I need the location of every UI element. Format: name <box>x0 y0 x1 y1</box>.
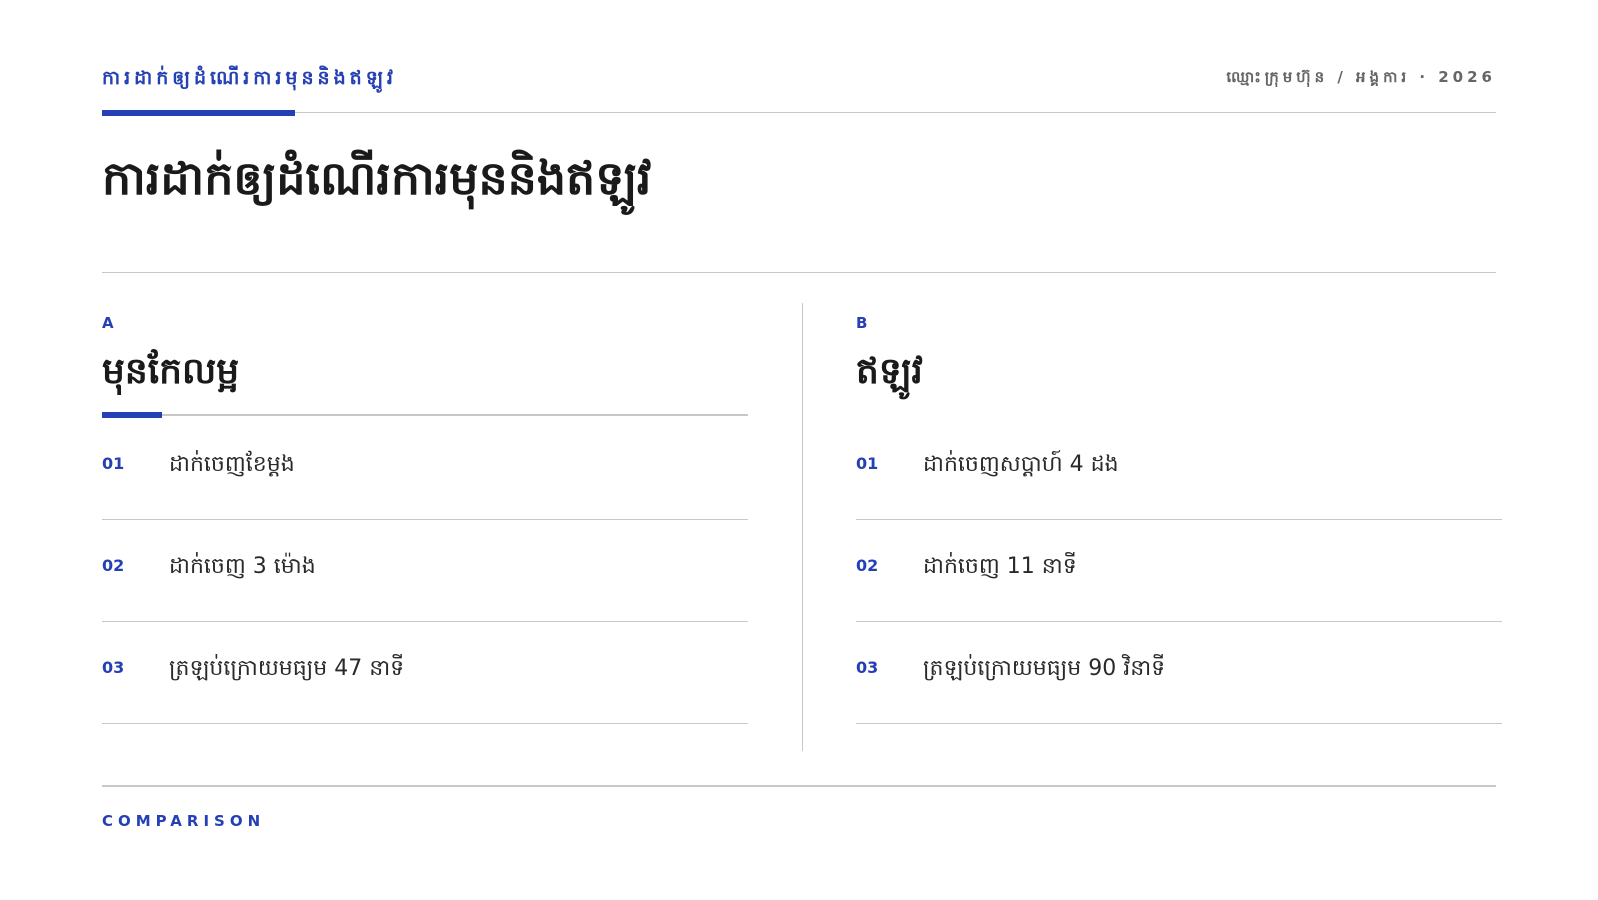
column-heading: ឥឡូវ <box>856 351 923 392</box>
item-number: 03 <box>102 658 125 677</box>
column-divider <box>802 303 803 751</box>
list-item: 01 ដាក់ចេញសប្តាហ៍ 4 ដង <box>856 418 1502 520</box>
list-item: 01 ដាក់ចេញខែម្តង <box>102 418 748 520</box>
column-letter: A <box>102 314 114 332</box>
item-list: 01 ដាក់ចេញខែម្តង 02 ដាក់ចេញ 3 ម៉ោង 03 ត្… <box>102 418 748 724</box>
slide-header: ការដាក់ឲ្យដំណើរការមុននិងឥឡូវ ឈ្មោះក្រុមហ… <box>102 60 1496 116</box>
item-number: 03 <box>856 658 879 677</box>
item-number: 01 <box>856 454 879 473</box>
item-number: 02 <box>102 556 125 575</box>
item-text: ដាក់ចេញសប្តាហ៍ 4 ដង <box>923 452 1119 477</box>
list-item: 03 ត្រឡប់ក្រោយមធ្យម 47 នាទី <box>102 622 748 724</box>
item-text: ត្រឡប់ក្រោយមធ្យម 90 វិនាទី <box>923 656 1166 681</box>
item-number: 02 <box>856 556 879 575</box>
list-item: 02 ដាក់ចេញ 3 ម៉ោង <box>102 520 748 622</box>
title-divider <box>102 272 1496 273</box>
item-text: ដាក់ចេញ 3 ម៉ោង <box>169 554 316 579</box>
header-divider <box>102 112 1496 113</box>
page-title: ការដាក់ឲ្យដំណើរការមុននិងឥឡូវ <box>102 151 652 205</box>
item-text: ដាក់ចេញ 11 នាទី <box>923 554 1077 579</box>
header-accent-bar <box>102 110 295 116</box>
list-item: 03 ត្រឡប់ក្រោយមធ្យម 90 វិនាទី <box>856 622 1502 724</box>
column-heading-divider <box>102 414 748 416</box>
column-letter: B <box>856 314 868 332</box>
item-number: 01 <box>102 454 125 473</box>
item-text: ត្រឡប់ក្រោយមធ្យម 47 នាទី <box>169 656 405 681</box>
column-heading: មុនកែលម្អ <box>102 351 240 392</box>
list-item: 02 ដាក់ចេញ 11 នាទី <box>856 520 1502 622</box>
footer-divider <box>102 785 1496 787</box>
item-list: 01 ដាក់ចេញសប្តាហ៍ 4 ដង 02 ដាក់ចេញ 11 នាទ… <box>856 418 1502 724</box>
header-kicker: ការដាក់ឲ្យដំណើរការមុននិងឥឡូវ <box>102 67 397 89</box>
footer-label: COMPARISON <box>102 812 266 830</box>
header-meta: ឈ្មោះក្រុមហ៊ុន / អង្គការ · 2026 <box>1226 68 1496 86</box>
item-text: ដាក់ចេញខែម្តង <box>169 452 295 477</box>
